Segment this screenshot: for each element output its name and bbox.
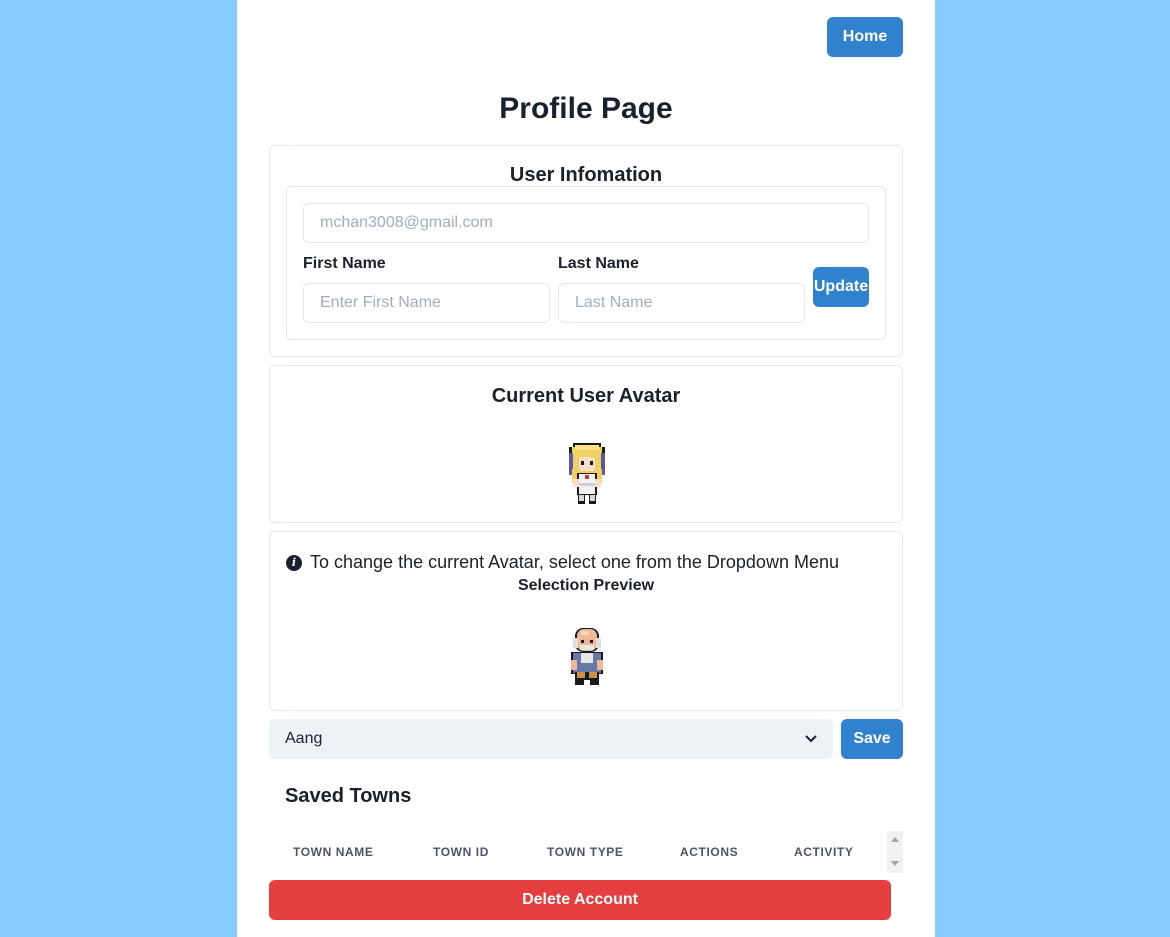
delete-account-button[interactable]: Delete Account [269, 880, 891, 920]
info-icon: i [286, 554, 302, 571]
column-header-actions: ACTIONS [680, 845, 739, 859]
chevron-down-icon [805, 735, 817, 743]
saved-towns-table: TOWN NAME TOWN ID TOWN TYPE ACTIONS ACTI… [269, 831, 903, 873]
scroll-down-icon[interactable] [891, 861, 899, 866]
email-field[interactable]: mchan3008@gmail.com [303, 203, 869, 243]
saved-towns-title: Saved Towns [285, 785, 412, 807]
avatar-info-text: To change the current Avatar, select one… [310, 552, 839, 572]
profile-page: Home Profile Page User Infomation mchan3… [237, 0, 935, 937]
user-info-title: User Infomation [509, 164, 663, 186]
current-avatar-title: Current User Avatar [491, 385, 681, 407]
current-avatar-card: Current User Avatar [269, 365, 903, 523]
avatar-selection-card: i To change the current Avatar, select o… [269, 531, 903, 711]
avatar-select[interactable]: Aang [269, 719, 833, 759]
save-avatar-button[interactable]: Save [841, 719, 903, 759]
scroll-up-icon[interactable] [891, 837, 899, 842]
column-header-town-name: TOWN NAME [293, 845, 374, 859]
home-button[interactable]: Home [827, 17, 903, 57]
first-name-input[interactable]: Enter First Name [303, 283, 550, 323]
column-header-town-type: TOWN TYPE [547, 845, 624, 859]
column-header-activity: ACTIVITY [794, 845, 854, 859]
user-info-card: User Infomation mchan3008@gmail.com Firs… [269, 145, 903, 357]
table-scrollbar[interactable] [887, 831, 903, 873]
last-name-label: Last Name [558, 255, 639, 272]
column-header-town-id: TOWN ID [433, 845, 489, 859]
update-button[interactable]: Update [813, 267, 869, 307]
first-name-label: First Name [303, 255, 386, 272]
page-title: Profile Page [499, 92, 673, 125]
selection-preview-label: Selection Preview [517, 577, 655, 594]
selection-preview-sprite [571, 628, 603, 685]
current-avatar-sprite [569, 443, 605, 504]
user-info-form: mchan3008@gmail.com First Name Last Name… [286, 186, 886, 340]
last-name-input[interactable]: Last Name [558, 283, 805, 323]
avatar-info-message: i To change the current Avatar, select o… [286, 552, 839, 573]
avatar-select-value: Aang [285, 730, 323, 747]
